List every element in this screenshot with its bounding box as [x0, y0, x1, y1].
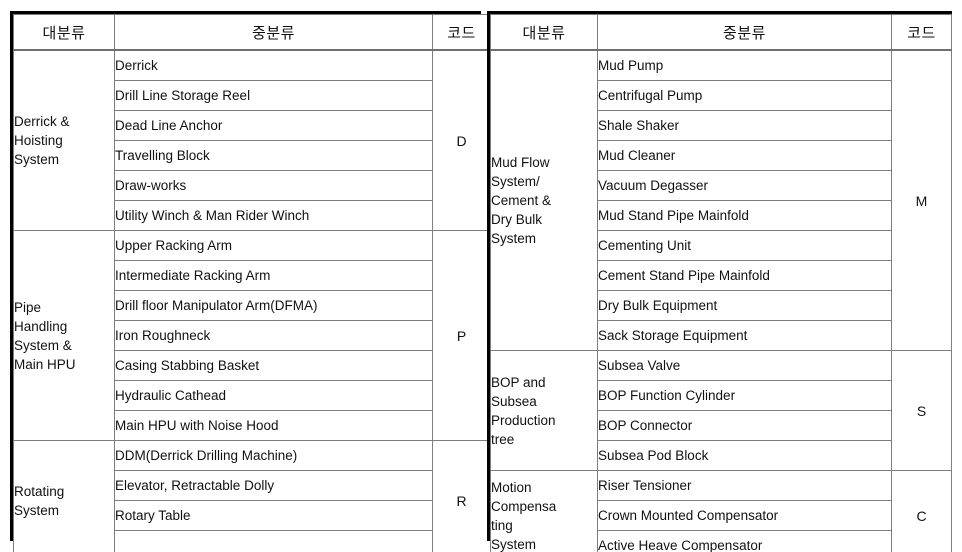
table-row: Derrick & Hoisting System Derrick D: [13, 49, 491, 231]
group-label-line: tree: [491, 431, 515, 447]
item-cell: [114, 530, 433, 552]
item-cell: Drill Line Storage Reel: [114, 80, 433, 111]
header-code: 코드: [432, 14, 491, 51]
item-cell: Dry Bulk Equipment: [597, 290, 892, 321]
right-classification-table: 대분류 중분류 코드 Mud Flow System/Cement & Dry Bu…: [487, 11, 952, 552]
header-item: 중분류: [597, 14, 892, 51]
item-cell: Rotary Table: [114, 500, 433, 531]
code-cell: S: [891, 350, 952, 471]
group-label-line: Cement &: [491, 193, 552, 208]
item-cell: Main HPU with Noise Hood: [114, 410, 433, 441]
group-label-line: System &: [14, 337, 72, 353]
item-cell: Cementing Unit: [597, 230, 892, 261]
item-cell: Upper Racking Arm: [114, 230, 433, 261]
group-label-line: Production: [491, 412, 556, 428]
item-cell: Drill floor Manipulator Arm(DFMA): [114, 290, 433, 321]
group-label-line: Rotating: [14, 483, 65, 499]
item-cell: Shale Shaker: [597, 110, 892, 141]
item-cell: Draw-works: [114, 170, 433, 201]
group-label-line: System: [14, 502, 60, 518]
item-cell: Mud Stand Pipe Mainfold: [597, 200, 892, 231]
item-cell: Intermediate Racking Arm: [114, 260, 433, 291]
group-label-line: System: [491, 231, 537, 246]
header-group: 대분류: [490, 14, 598, 51]
table-row: BOP and Subsea Production tree Subsea Valve S: [490, 350, 952, 471]
item-cell: Sack Storage Equipment: [597, 320, 892, 351]
group-label-line: ting: [491, 517, 513, 533]
group-cell: Rotating System: [13, 440, 115, 552]
item-cell: Dead Line Anchor: [114, 110, 433, 141]
table-header-row: 대분류 중분류 코드: [490, 14, 952, 51]
group-label-line: Main HPU: [14, 356, 76, 372]
code-cell: P: [432, 230, 491, 441]
item-cell: Cement Stand Pipe Mainfold: [597, 260, 892, 291]
group-cell: Mud Flow System/Cement & Dry Bulk System: [490, 49, 598, 351]
item-cell: Riser Tensioner: [597, 470, 892, 501]
item-cell: Mud Cleaner: [597, 140, 892, 171]
group-label-line: Pipe: [14, 299, 42, 315]
item-cell: Centrifugal Pump: [597, 80, 892, 111]
group-label-line: System: [14, 152, 60, 167]
item-cell: Crown Mounted Compensator: [597, 500, 892, 531]
group-label-line: Handling: [14, 318, 68, 334]
code-cell: D: [432, 49, 491, 231]
group-label-line: Derrick &: [14, 114, 70, 129]
table-row: Motion Compensa ting System Riser Tensioner C: [490, 470, 952, 552]
table-sheet: 대분류 중분류 코드 Derrick & Hoisting System Derric…: [0, 0, 962, 552]
code-cell: M: [891, 49, 952, 351]
group-cell: Motion Compensa ting System: [490, 470, 598, 552]
group-label-line: Hoisting: [14, 133, 63, 148]
left-classification-table: 대분류 중분류 코드 Derrick & Hoisting System Derric…: [10, 11, 491, 552]
group-label-line: Motion: [491, 479, 532, 495]
group-label-line: System: [491, 536, 537, 552]
table-row: Rotating System DDM(Derrick Drilling Machi…: [13, 440, 491, 552]
item-cell: Active Heave Compensator: [597, 530, 892, 552]
header-item: 중분류: [114, 14, 433, 51]
group-label-line: Subsea: [491, 393, 537, 409]
table-header-row: 대분류 중분류 코드: [13, 14, 491, 51]
item-cell: Utility Winch & Man Rider Winch: [114, 200, 433, 231]
left-table-body: Derrick & Hoisting System Derrick D Drill Lin…: [13, 49, 491, 552]
right-table-body: Mud Flow System/Cement & Dry Bulk System Mud…: [490, 49, 952, 552]
item-cell: BOP Connector: [597, 410, 892, 441]
group-label-line: Dry Bulk: [491, 212, 543, 227]
group-label-line: System/: [491, 174, 540, 189]
left-table-grid: 대분류 중분류 코드 Derrick & Hoisting System Derric…: [13, 14, 491, 552]
item-cell: Subsea Pod Block: [597, 440, 892, 471]
group-label-line: Compensa: [491, 498, 557, 514]
item-cell: Vacuum Degasser: [597, 170, 892, 201]
right-table-grid: 대분류 중분류 코드 Mud Flow System/Cement & Dry Bu…: [490, 14, 952, 552]
item-cell: Elevator, Retractable Dolly: [114, 470, 433, 501]
table-row: Mud Flow System/Cement & Dry Bulk System Mud…: [490, 49, 952, 351]
item-cell: Casing Stabbing Basket: [114, 350, 433, 381]
group-cell: Pipe Handling System & Main HPU: [13, 230, 115, 441]
table-row: Pipe Handling System & Main HPU Upper Rackin…: [13, 230, 491, 441]
group-cell: BOP and Subsea Production tree: [490, 350, 598, 471]
group-cell: Derrick & Hoisting System: [13, 49, 115, 231]
item-cell: Iron Roughneck: [114, 320, 433, 351]
item-cell: Subsea Valve: [597, 350, 892, 381]
code-cell: R: [432, 440, 491, 552]
code-cell: C: [891, 470, 952, 552]
item-cell: DDM(Derrick Drilling Machine): [114, 440, 433, 471]
header-code: 코드: [891, 14, 952, 51]
header-group: 대분류: [13, 14, 115, 51]
item-cell: Hydraulic Cathead: [114, 380, 433, 411]
item-cell: Travelling Block: [114, 140, 433, 171]
item-cell: Mud Pump: [597, 49, 892, 81]
group-label-line: Mud Flow: [491, 155, 550, 170]
item-cell: BOP Function Cylinder: [597, 380, 892, 411]
group-label-line: BOP and: [491, 374, 546, 390]
item-cell: Derrick: [114, 49, 433, 81]
